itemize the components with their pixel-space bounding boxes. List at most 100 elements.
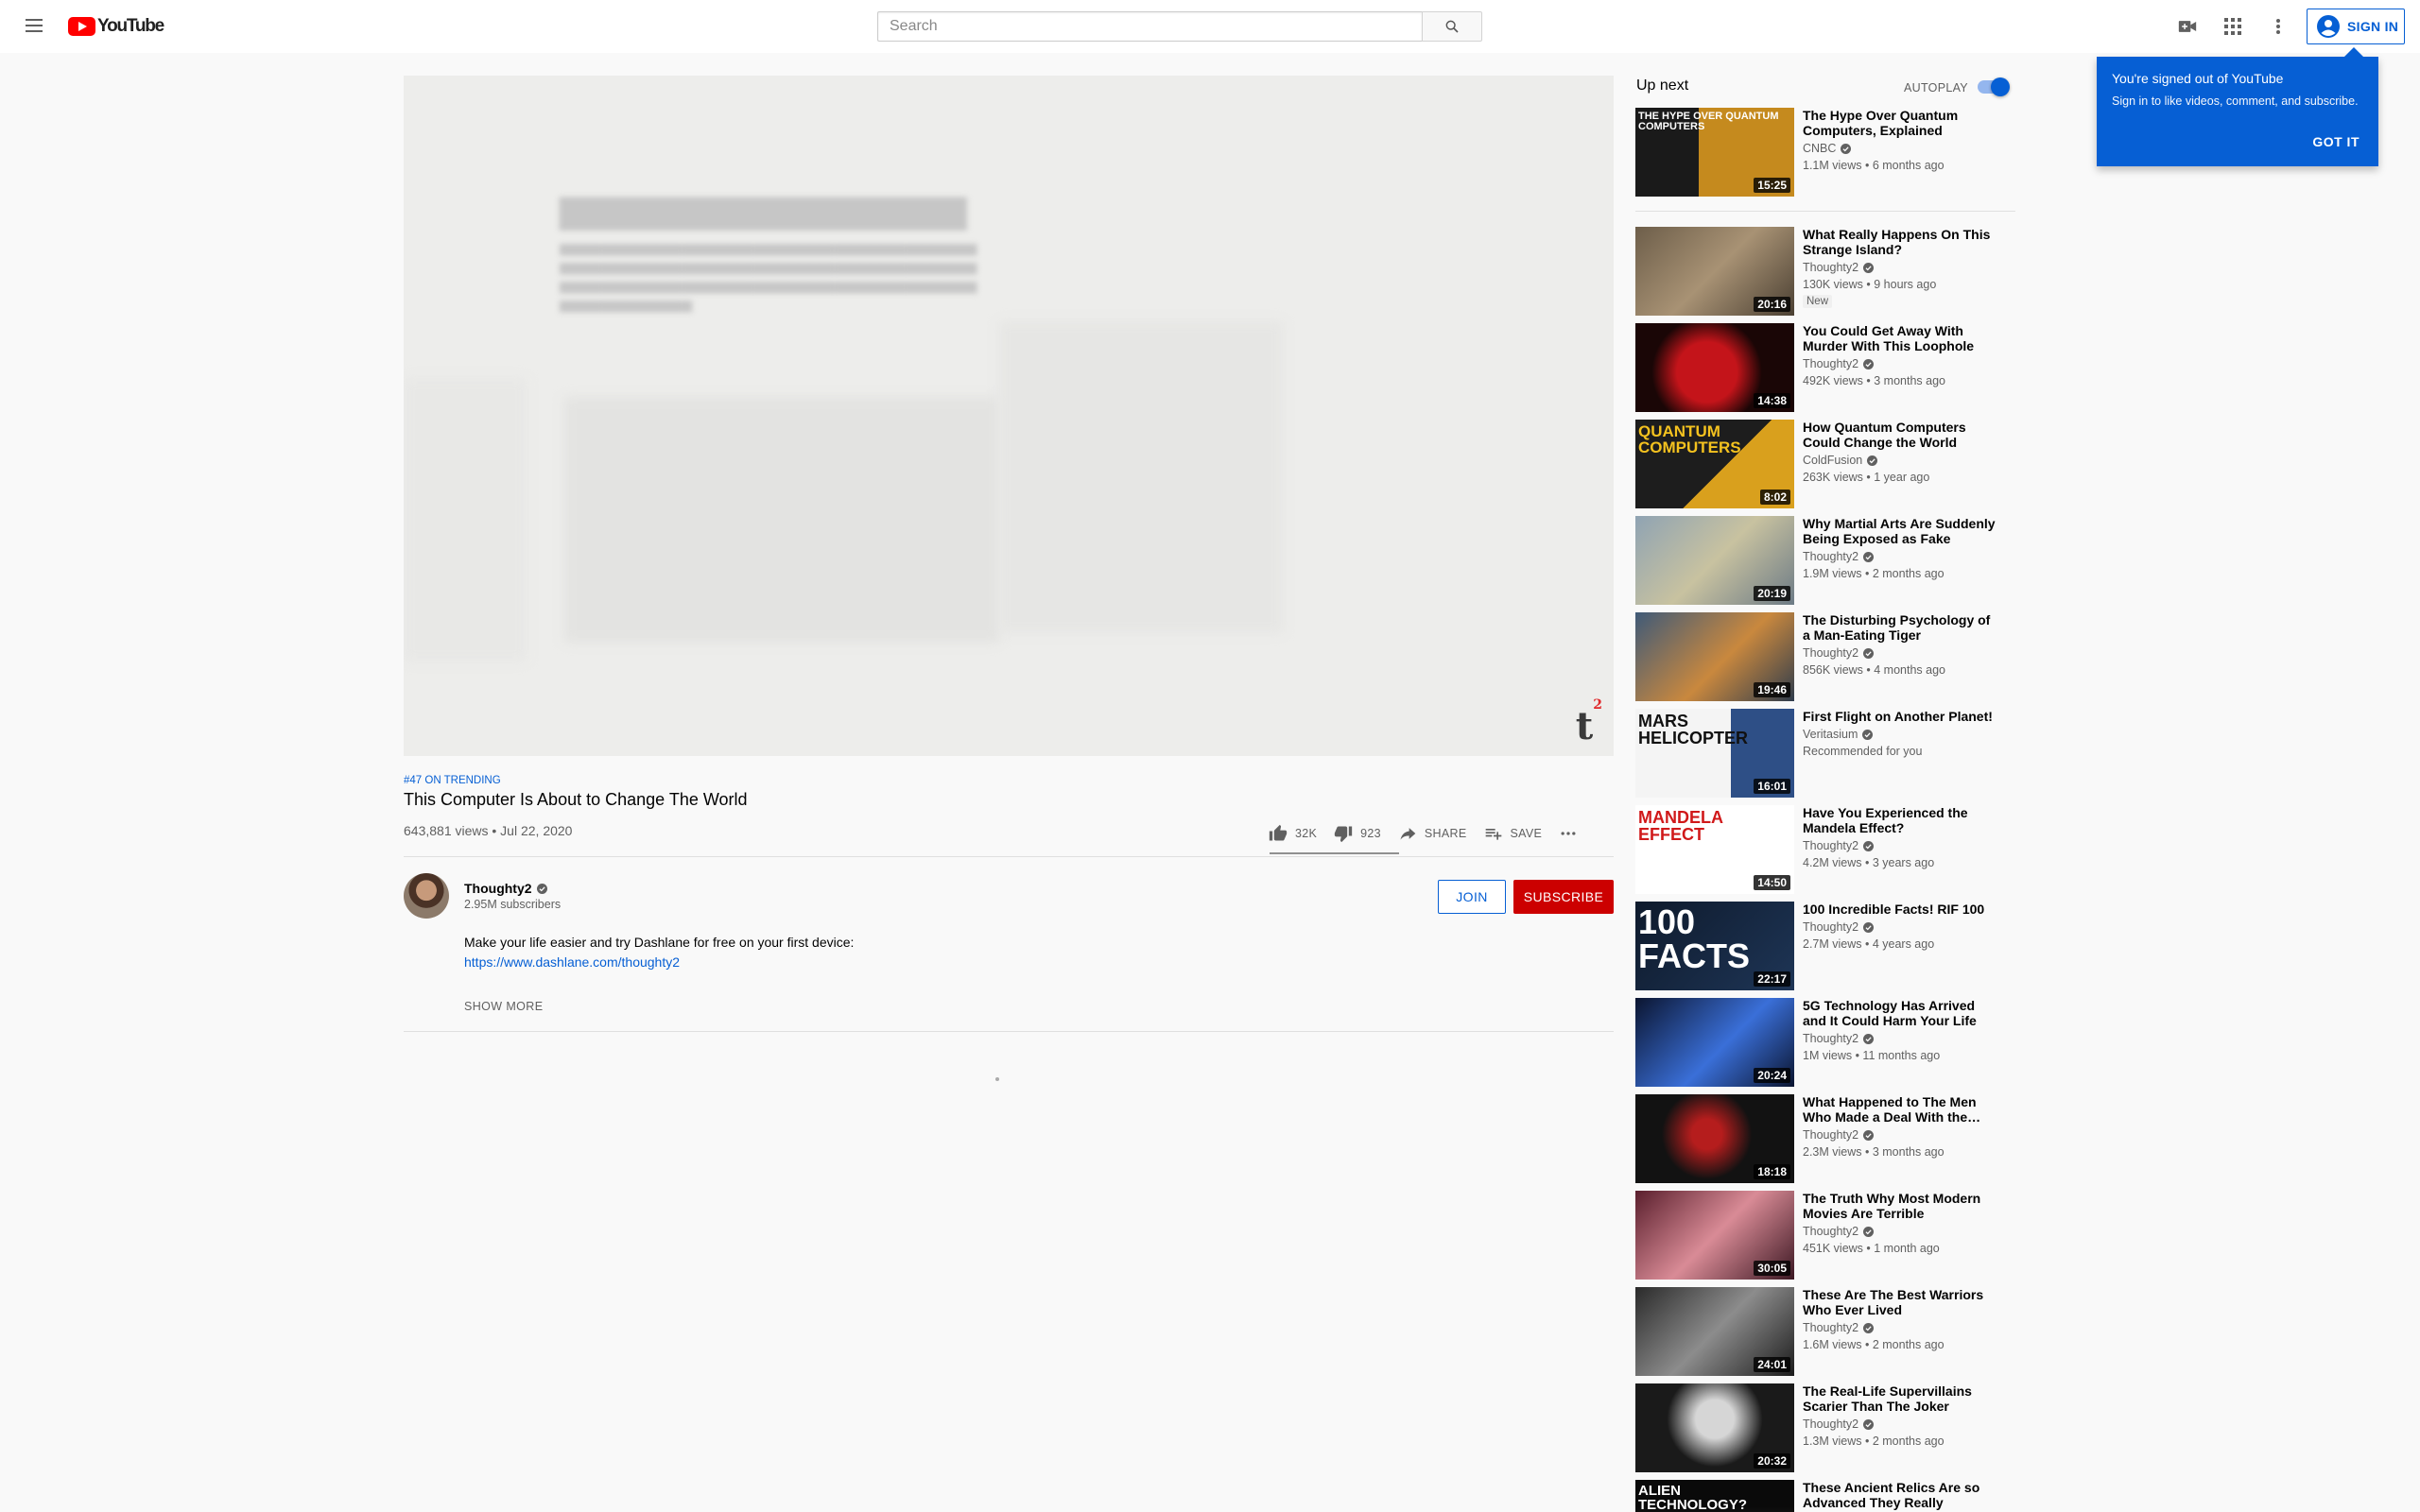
- video-thumbnail[interactable]: MANDELA EFFECT 14:50: [1635, 805, 1794, 894]
- card-title[interactable]: The Disturbing Psychology of a Man-Eatin…: [1803, 612, 2001, 643]
- card-channel[interactable]: Thoughty2: [1803, 1128, 2001, 1142]
- card-channel[interactable]: Thoughty2: [1803, 357, 2001, 370]
- verified-check-icon: [1862, 729, 1874, 740]
- settings-more-icon[interactable]: [2267, 15, 2290, 38]
- card-channel[interactable]: ColdFusion: [1803, 454, 2001, 467]
- video-duration: 20:24: [1754, 1068, 1790, 1083]
- video-thumbnail[interactable]: MARS HELICOPTER 16:01: [1635, 709, 1794, 798]
- channel-name[interactable]: Thoughty2: [464, 881, 547, 896]
- video-thumbnail[interactable]: 20:16: [1635, 227, 1794, 316]
- up-next-card[interactable]: QUANTUM COMPUTERS 8:02 How Quantum Compute…: [1635, 420, 2015, 508]
- card-channel[interactable]: Thoughty2: [1803, 1418, 2001, 1431]
- video-thumbnail[interactable]: 20:32: [1635, 1383, 1794, 1472]
- autoplay-toggle[interactable]: [1976, 77, 2010, 96]
- description-divider: [404, 1031, 1614, 1032]
- up-next-card[interactable]: 18:18 What Happened to The Men Who Made a…: [1635, 1094, 2015, 1183]
- share-label: SHARE: [1424, 827, 1467, 840]
- trending-badge[interactable]: #47 ON TRENDING: [404, 775, 501, 786]
- video-thumbnail[interactable]: 30:05: [1635, 1191, 1794, 1280]
- up-next-card[interactable]: 24:01 These Are The Best Warriors Who Eve…: [1635, 1287, 2015, 1376]
- up-next-card[interactable]: ALIEN TECHNOLOGY? These Ancient Relics Ar…: [1635, 1480, 2015, 1512]
- thumbnail-text: 100 FACTS: [1638, 902, 1751, 975]
- video-thumbnail[interactable]: QUANTUM COMPUTERS 8:02: [1635, 420, 1794, 508]
- video-thumbnail[interactable]: ALIEN TECHNOLOGY?: [1635, 1480, 1794, 1512]
- video-thumbnail[interactable]: 20:19: [1635, 516, 1794, 605]
- up-next-card[interactable]: 20:24 5G Technology Has Arrived and It Co…: [1635, 998, 2015, 1087]
- guide-menu-icon[interactable]: [23, 15, 45, 38]
- search-input[interactable]: [877, 11, 1422, 42]
- description-link[interactable]: https://www.dashlane.com/thoughty2: [464, 954, 680, 970]
- show-more-button[interactable]: SHOW MORE: [464, 1000, 543, 1013]
- up-next-card[interactable]: 30:05 The Truth Why Most Modern Movies Ar…: [1635, 1191, 2015, 1280]
- card-title[interactable]: These Are The Best Warriors Who Ever Liv…: [1803, 1287, 2001, 1317]
- video-thumbnail[interactable]: 19:46: [1635, 612, 1794, 701]
- up-next-card[interactable]: MANDELA EFFECT 14:50 Have You Experienced …: [1635, 805, 2015, 894]
- share-button[interactable]: SHARE: [1398, 824, 1467, 843]
- card-title[interactable]: 100 Incredible Facts! RIF 100: [1803, 902, 2001, 917]
- up-next-card[interactable]: 20:32 The Real-Life Supervillains Scarier…: [1635, 1383, 2015, 1472]
- card-title[interactable]: 5G Technology Has Arrived and It Could H…: [1803, 998, 2001, 1028]
- card-info: How Quantum Computers Could Change the W…: [1803, 420, 2001, 484]
- card-title[interactable]: What Happened to The Men Who Made a Deal…: [1803, 1094, 2001, 1125]
- verified-check-icon: [1863, 921, 1875, 933]
- card-info: What Really Happens On This Strange Isla…: [1803, 227, 2001, 309]
- card-title[interactable]: What Really Happens On This Strange Isla…: [1803, 227, 2001, 257]
- card-channel[interactable]: Thoughty2: [1803, 1321, 2001, 1334]
- apps-grid-icon[interactable]: [2221, 15, 2244, 38]
- thumbnail-text: MARS HELICOPTER: [1638, 712, 1749, 747]
- card-title[interactable]: The Truth Why Most Modern Movies Are Ter…: [1803, 1191, 2001, 1221]
- youtube-logo[interactable]: YouTube: [68, 16, 164, 36]
- up-next-card[interactable]: 20:19 Why Martial Arts Are Suddenly Being…: [1635, 516, 2015, 605]
- video-thumbnail[interactable]: 14:38: [1635, 323, 1794, 412]
- comments-loading-spinner: [995, 1077, 999, 1081]
- up-next-card[interactable]: 100 FACTS 22:17 100 Incredible Facts! RIF …: [1635, 902, 2015, 990]
- video-player[interactable]: ▆▆▆▆▆▆▆▆▆▆▆▆▆▆ ▆▆▆▆▆▆▆▆▆▆▆▆▆▆▆▆▆▆▆▆▆▆▆▆▆…: [404, 76, 1614, 756]
- got-it-button[interactable]: GOT IT: [2312, 134, 2360, 149]
- card-info: These Are The Best Warriors Who Ever Liv…: [1803, 1287, 2001, 1351]
- video-thumbnail[interactable]: 20:24: [1635, 998, 1794, 1087]
- video-thumbnail[interactable]: 24:01: [1635, 1287, 1794, 1376]
- video-thumbnail[interactable]: 100 FACTS 22:17: [1635, 902, 1794, 990]
- more-actions-button[interactable]: [1559, 824, 1578, 843]
- card-channel[interactable]: Thoughty2: [1803, 1032, 2001, 1045]
- card-title[interactable]: How Quantum Computers Could Change the W…: [1803, 420, 2001, 450]
- verified-check-icon: [1863, 262, 1875, 273]
- video-duration: 16:01: [1754, 779, 1790, 794]
- card-channel[interactable]: Thoughty2: [1803, 261, 2001, 274]
- card-channel[interactable]: Thoughty2: [1803, 839, 2001, 852]
- card-title[interactable]: Why Martial Arts Are Suddenly Being Expo…: [1803, 516, 2001, 546]
- card-info: The Truth Why Most Modern Movies Are Ter…: [1803, 1191, 2001, 1255]
- video-duration: 30:05: [1754, 1261, 1790, 1276]
- dislike-button[interactable]: 923: [1334, 824, 1381, 843]
- up-next-card[interactable]: 14:38 You Could Get Away With Murder With…: [1635, 323, 2015, 412]
- subscribe-button[interactable]: SUBSCRIBE: [1513, 880, 1614, 914]
- card-channel[interactable]: Thoughty2: [1803, 920, 2001, 934]
- card-channel[interactable]: Thoughty2: [1803, 646, 2001, 660]
- card-meta: 1.3M views • 2 months ago: [1803, 1435, 1945, 1448]
- card-title[interactable]: The Real-Life Supervillains Scarier Than…: [1803, 1383, 2001, 1414]
- sign-in-button[interactable]: SIGN IN: [2307, 9, 2405, 44]
- up-next-card[interactable]: 19:46 The Disturbing Psychology of a Man-…: [1635, 612, 2015, 701]
- like-button[interactable]: 32K: [1269, 824, 1317, 843]
- channel-avatar[interactable]: [404, 873, 449, 919]
- card-title[interactable]: These Ancient Relics Are so Advanced The…: [1803, 1480, 2001, 1510]
- video-duration: 19:46: [1754, 682, 1790, 697]
- card-channel[interactable]: Thoughty2: [1803, 1225, 2001, 1238]
- create-video-icon[interactable]: [2176, 15, 2199, 38]
- card-channel[interactable]: Veritasium: [1803, 728, 2001, 741]
- up-next-card[interactable]: MARS HELICOPTER 16:01 First Flight on Anot…: [1635, 709, 2015, 798]
- video-thumbnail[interactable]: THE HYPE OVER QUANTUM COMPUTERS 15:25: [1635, 108, 1794, 197]
- up-next-card[interactable]: 20:16 What Really Happens On This Strange…: [1635, 227, 2015, 316]
- card-title[interactable]: Have You Experienced the Mandela Effect?: [1803, 805, 2001, 835]
- card-title[interactable]: The Hype Over Quantum Computers, Explain…: [1803, 108, 2001, 138]
- video-thumbnail[interactable]: 18:18: [1635, 1094, 1794, 1183]
- channel-watermark[interactable]: t2: [1576, 697, 1602, 748]
- card-title[interactable]: You Could Get Away With Murder With This…: [1803, 323, 2001, 353]
- up-next-card[interactable]: THE HYPE OVER QUANTUM COMPUTERS 15:25 The …: [1635, 108, 2015, 197]
- search-button[interactable]: [1422, 11, 1482, 42]
- card-title[interactable]: First Flight on Another Planet!: [1803, 709, 2001, 724]
- card-channel[interactable]: Thoughty2: [1803, 550, 2001, 563]
- join-button[interactable]: JOIN: [1438, 880, 1506, 914]
- card-channel[interactable]: CNBC: [1803, 142, 2001, 155]
- save-button[interactable]: SAVE: [1484, 824, 1543, 843]
